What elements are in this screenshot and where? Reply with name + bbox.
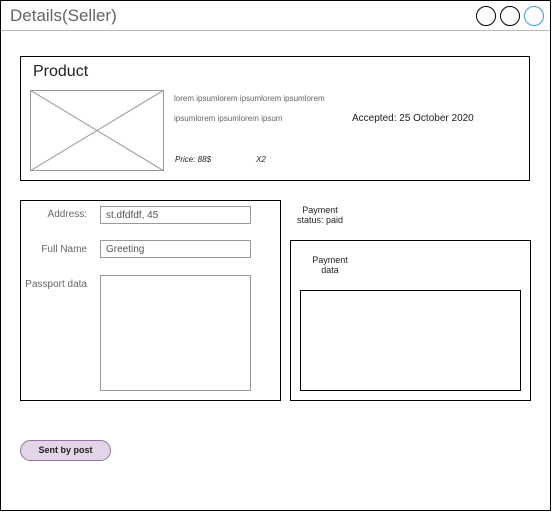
- product-price: Price: 88$: [175, 155, 212, 164]
- passport-data-field[interactable]: [100, 275, 251, 391]
- window-button-icon[interactable]: [524, 6, 544, 26]
- window-button-icon[interactable]: [500, 6, 520, 26]
- product-heading: Product: [33, 63, 89, 80]
- address-field[interactable]: st.dfdfdf, 45: [100, 206, 251, 224]
- fullname-field[interactable]: Greeting: [100, 240, 251, 258]
- payment-status: Payment status: paid: [296, 205, 344, 225]
- accepted-date: Accepted: 25 October 2020: [352, 113, 474, 124]
- sent-by-post-button[interactable]: Sent by post: [20, 440, 111, 461]
- passport-label: Passport data: [25, 279, 87, 290]
- product-quantity: X2: [256, 155, 266, 164]
- address-label: Address:: [47, 209, 87, 220]
- product-image-placeholder-icon: [30, 90, 164, 171]
- product-description-line2: ipsumlorem ipsumlorem ipsum: [174, 114, 283, 123]
- payment-data-label: Payment data: [312, 255, 348, 275]
- window-title: Details(Seller): [10, 6, 117, 25]
- fullname-label: Full Name: [41, 244, 87, 255]
- window-button-icon[interactable]: [476, 6, 496, 26]
- payment-data-box: [300, 290, 521, 391]
- product-description-line1: lorem ipsumlorem ipsumlorem ipsumlorem: [174, 94, 325, 103]
